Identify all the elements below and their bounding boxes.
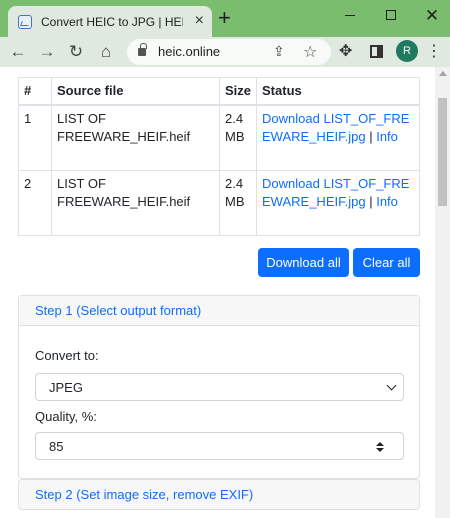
address-bar[interactable]: heic.online ⇪ ☆ <box>127 39 331 65</box>
page-viewport: # Source file Size Status 1 LIST OF FREE… <box>0 67 450 518</box>
row-number: 2 <box>18 169 52 236</box>
step2-header[interactable]: Step 2 (Set image size, remove EXIF) <box>18 479 420 510</box>
side-panel-icon[interactable] <box>370 45 383 58</box>
browser-tab-strip: Convert HEIC to JPG | HEIC.online × + ✕ <box>0 0 450 37</box>
lock-icon[interactable] <box>138 43 147 56</box>
maximize-window-button[interactable] <box>371 0 411 30</box>
info-link[interactable]: Info <box>376 194 398 209</box>
download-all-button[interactable]: Download all <box>258 248 349 277</box>
link-separator: | <box>369 193 373 209</box>
extensions-icon[interactable]: ✥ <box>339 41 352 61</box>
chevron-down-icon <box>386 380 397 391</box>
browser-toolbar: ← → ↻ ⌂ heic.online ⇪ ☆ ✥ R ⋮ <box>0 37 450 67</box>
quality-label: Quality, %: <box>35 409 97 424</box>
close-icon: ✕ <box>424 5 440 25</box>
clear-all-button[interactable]: Clear all <box>353 248 420 277</box>
close-window-button[interactable]: ✕ <box>412 0 450 30</box>
file-size: 2.4 MB <box>218 169 258 236</box>
output-format-value: JPEG <box>49 380 83 395</box>
home-icon[interactable]: ⌂ <box>94 40 118 64</box>
spin-down-icon[interactable] <box>376 448 384 452</box>
site-favicon-icon <box>18 14 32 29</box>
browser-tab[interactable]: Convert HEIC to JPG | HEIC.online × <box>8 6 212 37</box>
maximize-icon <box>386 10 396 20</box>
status-cell: Download LIST_OF_FREEWARE_HEIF.jpg | Inf… <box>256 169 420 236</box>
row-number: 1 <box>18 104 52 171</box>
column-header-source: Source file <box>51 77 220 106</box>
new-tab-icon[interactable]: + <box>218 7 231 29</box>
convert-to-label: Convert to: <box>35 348 99 363</box>
back-arrow-icon[interactable]: ← <box>6 40 30 64</box>
minimize-window-button[interactable] <box>330 0 370 30</box>
forward-arrow-icon[interactable]: → <box>35 40 59 64</box>
url-text[interactable]: heic.online <box>158 44 220 59</box>
link-separator: | <box>369 129 373 144</box>
step1-panel: Step 1 (Select output format) Convert to… <box>18 295 420 479</box>
scrollbar-thumb[interactable] <box>438 98 447 206</box>
file-size: 2.4 MB <box>218 104 258 171</box>
info-link[interactable]: Info <box>376 129 398 144</box>
menu-icon[interactable]: ⋮ <box>426 41 442 61</box>
download-link-prefix: Download <box>262 111 320 126</box>
output-format-select[interactable]: JPEG <box>35 373 404 401</box>
quality-value: 85 <box>49 439 64 454</box>
share-icon[interactable]: ⇪ <box>273 43 285 60</box>
tab-title: Convert HEIC to JPG | HEIC.online <box>41 14 183 29</box>
quality-input[interactable]: 85 <box>35 432 404 460</box>
source-file-name: LIST OF FREEWARE_HEIF.heif <box>51 104 220 171</box>
table-row: 1 LIST OF FREEWARE_HEIF.heif 2.4 MB Down… <box>18 104 420 171</box>
table-header-row: # Source file Size Status <box>18 77 420 106</box>
close-tab-icon[interactable]: × <box>195 13 204 29</box>
status-cell: Download LIST_OF_FREEWARE_HEIF.jpg | Inf… <box>256 104 420 171</box>
step1-header[interactable]: Step 1 (Select output format) <box>19 296 419 326</box>
download-link-prefix: Download <box>262 175 320 191</box>
reload-icon[interactable]: ↻ <box>64 40 88 64</box>
scrollbar[interactable] <box>435 67 450 518</box>
column-header-number: # <box>18 77 52 106</box>
column-header-size: Size <box>218 77 258 106</box>
source-file-name: LIST OF FREEWARE_HEIF.heif <box>51 169 220 236</box>
table-row: 2 LIST OF FREEWARE_HEIF.heif 2.4 MB Down… <box>18 169 420 236</box>
avatar[interactable]: R <box>396 40 418 62</box>
column-header-status: Status <box>256 77 420 106</box>
files-table: # Source file Size Status 1 LIST OF FREE… <box>18 77 420 236</box>
star-icon[interactable]: ☆ <box>303 42 317 62</box>
scroll-up-arrow-icon[interactable] <box>439 71 447 76</box>
minimize-icon <box>345 14 355 16</box>
spin-up-icon[interactable] <box>376 442 384 446</box>
